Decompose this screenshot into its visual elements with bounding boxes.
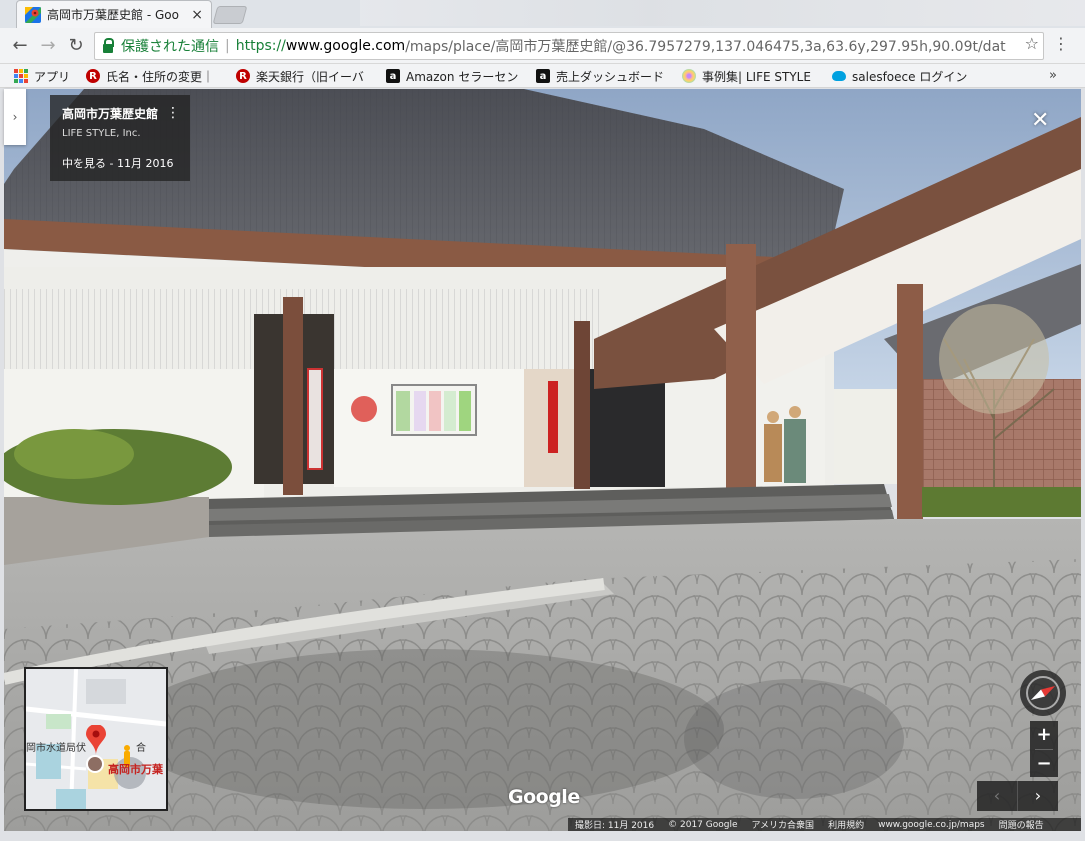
rakuten-icon: R [236,69,250,83]
bookmark-apps[interactable]: アプリ [14,67,70,85]
bookmark-label: 売上ダッシュボード [556,69,665,84]
map-footer: 撮影日: 11月 2016 © 2017 Google アメリカ合衆国 利用規約… [568,818,1081,831]
view-inside-link[interactable]: 中を見る - 11月 2016 [62,155,178,171]
next-photo-button[interactable]: › [1018,781,1058,811]
bookmark-item[interactable]: R 氏名・住所の変更｜ [86,67,226,85]
minimap-place-label: 高岡市万葉 [108,763,163,776]
amazon-icon: a [386,69,400,83]
tab-strip: 高岡市万葉歴史館 - Goo × [0,0,1085,28]
omnibox-separator: | [225,38,230,54]
cloud-icon [832,71,846,81]
secure-label: 保護された通信 [121,39,219,55]
bookmark-label: アプリ [34,69,71,84]
side-panel-toggle-icon[interactable]: › [4,89,26,145]
minimap[interactable]: 岡市水道局伏 合 高岡市万葉 [24,667,168,811]
forward-arrow-icon[interactable]: → [36,34,60,58]
bookmark-star-icon[interactable]: ☆ [1025,34,1039,53]
bookmark-item[interactable]: R 楽天銀行（旧イーバ [236,67,376,85]
bookmark-item[interactable]: salesfoece ログイン [832,67,972,85]
browser-toolbar: ← → ↻ 保護された通信 | https:// www.google.com … [0,28,1085,64]
url-host: www.google.com [285,38,406,54]
window-bottom-edge [0,831,1085,841]
bookmark-item[interactable]: 事例集| LIFE STYLE [682,67,822,85]
capture-date: 撮影日: 11月 2016 [575,821,655,831]
zoom-control: + − [1030,721,1058,777]
bookmark-label: 楽天銀行（旧イーバ [256,69,364,84]
museum-icon [86,755,104,773]
region-link[interactable]: アメリカ合衆国 [752,818,815,831]
lock-icon [103,37,114,53]
bookmark-item[interactable]: a 売上ダッシュボード [536,67,672,85]
browser-menu-icon[interactable]: ⋮ [1053,34,1069,53]
domain-link[interactable]: www.google.co.jp/maps [878,820,985,830]
back-arrow-icon[interactable]: ← [8,34,32,58]
address-bar[interactable]: 保護された通信 | https:// www.google.com /maps/… [94,32,1044,60]
terms-link[interactable]: 利用規約 [828,818,864,831]
place-title[interactable]: 高岡市万葉歴史館 [62,105,178,122]
zoom-in-button[interactable]: + [1030,721,1058,749]
tab-title: 高岡市万葉歴史館 - Goo [47,8,179,22]
place-info-card: 高岡市万葉歴史館 LIFE STYLE, Inc. 中を見る - 11月 201… [50,95,190,181]
dots-icon [682,69,696,83]
bookmark-label: 氏名・住所の変更｜ [106,69,215,84]
report-link[interactable]: 問題の報告 [999,818,1044,831]
zoom-out-button[interactable]: − [1030,750,1058,778]
photo-owner[interactable]: LIFE STYLE, Inc. [62,128,178,139]
rakuten-icon: R [86,69,100,83]
bookmark-label: Amazon セラーセン [406,69,519,84]
url-scheme: https:// [235,38,286,54]
bookmarks-overflow-icon[interactable]: » [1049,68,1057,83]
bookmark-label: salesfoece ログイン [852,69,968,84]
photo-pager: ‹ › [977,781,1058,811]
compass-icon[interactable] [1020,670,1066,716]
more-options-icon[interactable]: ⋮ [166,105,180,121]
reload-icon[interactable]: ↻ [64,34,88,58]
bookmarks-bar: アプリ R 氏名・住所の変更｜ R 楽天銀行（旧イーバ a Amazon セラー… [0,64,1085,88]
tabstrip-background [360,0,1085,26]
copyright: © 2017 Google [668,819,738,830]
minimap-road-label: 合 [136,743,146,754]
previous-photo-button[interactable]: ‹ [977,781,1018,811]
google-maps-favicon-icon [25,6,41,23]
amazon-icon: a [536,69,550,83]
apps-grid-icon [14,69,28,83]
url-path: /maps/place/高岡市万葉歴史館/@36.7957279,137.046… [405,39,1006,55]
google-logo: Google [508,786,580,808]
map-pin-icon[interactable] [86,724,106,755]
browser-tab[interactable]: 高岡市万葉歴史館 - Goo × [16,0,212,28]
close-icon[interactable]: ✕ [1031,108,1049,133]
new-tab-button[interactable] [212,6,248,24]
minimap-road-label: 岡市水道局伏 [26,743,86,754]
tab-close-icon[interactable]: × [191,7,203,23]
bookmark-label: 事例集| LIFE STYLE [702,69,811,84]
bookmark-item[interactable]: a Amazon セラーセン [386,67,524,85]
